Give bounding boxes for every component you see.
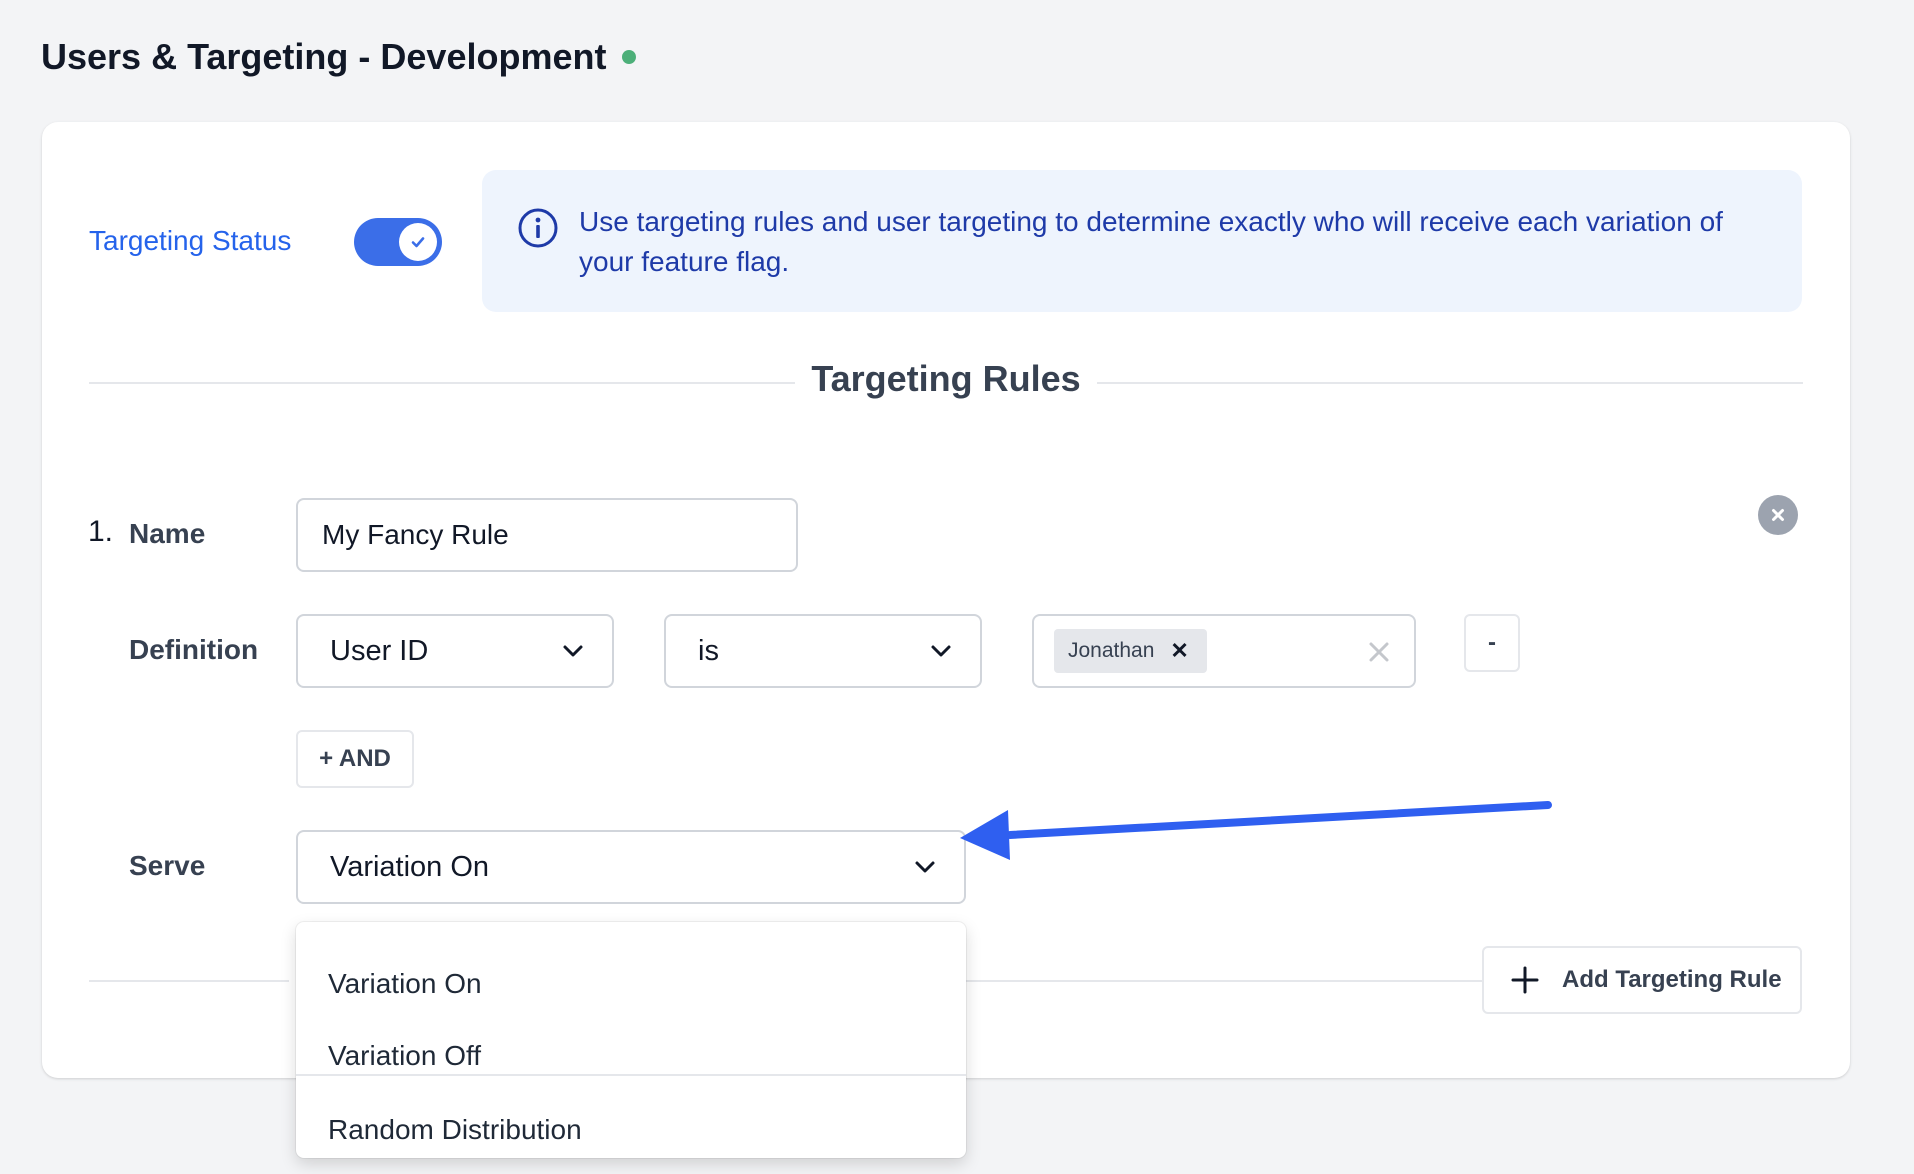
- rule-number: 1.: [88, 515, 114, 548]
- attribute-select-value: User ID: [330, 634, 429, 667]
- definition-label: Definition: [129, 634, 259, 665]
- serve-label: Serve: [129, 850, 206, 881]
- value-chip: Jonathan ✕: [1054, 629, 1207, 673]
- value-chip-label: Jonathan: [1068, 639, 1155, 662]
- rule-name-input[interactable]: [296, 498, 798, 572]
- serve-option-random-distribution[interactable]: Random Distribution: [296, 1114, 966, 1146]
- serve-select-value: Variation On: [330, 850, 490, 883]
- add-and-condition-button[interactable]: + AND: [296, 730, 414, 788]
- remove-rule-button[interactable]: [1758, 495, 1798, 535]
- remove-chip-icon[interactable]: ✕: [1170, 640, 1188, 662]
- serve-select[interactable]: Variation On: [296, 830, 966, 904]
- plus-icon: [1511, 966, 1539, 994]
- chevron-down-icon: [563, 645, 583, 657]
- section-divider: [89, 382, 1803, 384]
- info-icon: [518, 208, 558, 248]
- toggle-knob: [399, 223, 437, 261]
- info-text: Use targeting rules and user targeting t…: [579, 206, 1723, 277]
- clear-values-icon[interactable]: [1368, 641, 1390, 663]
- chevron-down-icon: [915, 861, 935, 873]
- remove-condition-button[interactable]: -: [1464, 614, 1520, 672]
- attribute-select[interactable]: User ID: [296, 614, 614, 688]
- name-label: Name: [129, 518, 206, 549]
- footer-divider-right: [966, 980, 1484, 982]
- add-targeting-rule-label: Add Targeting Rule: [1562, 966, 1782, 993]
- operator-select[interactable]: is: [664, 614, 982, 688]
- targeting-card: Targeting Status Use targeting rules and…: [42, 122, 1850, 1158]
- serve-dropdown-menu: Variation On Variation Off Random Distri…: [296, 922, 966, 1158]
- values-multiselect[interactable]: Jonathan ✕: [1032, 614, 1416, 688]
- info-banner: Use targeting rules and user targeting t…: [482, 170, 1802, 312]
- targeting-status-toggle[interactable]: [354, 218, 442, 266]
- menu-separator: [296, 1074, 966, 1076]
- section-title: Targeting Rules: [42, 358, 1850, 400]
- environment-status-dot: [622, 50, 637, 64]
- add-targeting-rule-button[interactable]: Add Targeting Rule: [1482, 946, 1802, 1014]
- footer-divider-left: [89, 980, 289, 982]
- serve-option-variation-off[interactable]: Variation Off: [296, 1040, 966, 1072]
- section-title-text: Targeting Rules: [795, 358, 1097, 399]
- operator-select-value: is: [698, 634, 719, 667]
- targeting-status-label: Targeting Status: [89, 225, 292, 256]
- close-icon: [1772, 509, 1784, 521]
- check-icon: [411, 237, 425, 248]
- page-title: Users & Targeting - Development: [41, 36, 637, 78]
- page-title-text: Users & Targeting - Development: [41, 36, 607, 77]
- chevron-down-icon: [931, 645, 951, 657]
- serve-option-variation-on[interactable]: Variation On: [296, 968, 966, 1000]
